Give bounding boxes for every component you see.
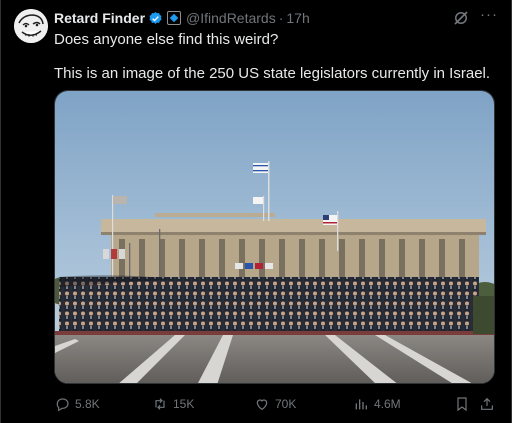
action-bar: 5.8K 15K 70K 4.6M [54, 395, 498, 413]
like-icon [256, 399, 268, 411]
reply-icon [56, 398, 69, 412]
bookmark-button[interactable] [454, 395, 475, 413]
reply-button[interactable]: 5.8K [54, 395, 100, 413]
repost-count: 15K [173, 397, 195, 411]
avatar-meme-face-icon [14, 9, 48, 43]
knesset-group-photo [55, 91, 494, 383]
repost-icon [155, 398, 165, 410]
share-button[interactable] [479, 395, 500, 413]
post-text-line-2: This is an image of the 250 US state leg… [54, 65, 491, 82]
post-text-line-1: Does anyone else find this weird? [54, 31, 279, 48]
post-image[interactable] [54, 90, 495, 384]
like-count: 70K [275, 397, 297, 411]
timeline-border-left [0, 0, 1, 423]
views-icon [355, 399, 367, 410]
more-icon[interactable]: ··· [480, 7, 498, 26]
grok-icon[interactable] [452, 9, 470, 27]
share-icon [481, 397, 493, 410]
separator-dot: · [278, 10, 284, 26]
author-name[interactable]: Retard Finder [54, 10, 145, 26]
post-timestamp[interactable]: 17h [286, 10, 309, 26]
repost-button[interactable]: 15K [152, 395, 194, 413]
like-button[interactable]: 70K [254, 395, 296, 413]
reply-count: 5.8K [75, 397, 100, 411]
views-button[interactable]: 4.6M [353, 395, 401, 413]
post-header: Retard Finder @IfindRetards · 17h ··· [54, 7, 498, 28]
bookmark-icon [457, 397, 467, 412]
author-handle[interactable]: @IfindRetards [186, 10, 276, 26]
avatar[interactable] [14, 9, 48, 43]
affiliation-badge-icon[interactable] [167, 11, 182, 25]
verified-badge-icon [149, 11, 162, 24]
views-count: 4.6M [374, 397, 401, 411]
